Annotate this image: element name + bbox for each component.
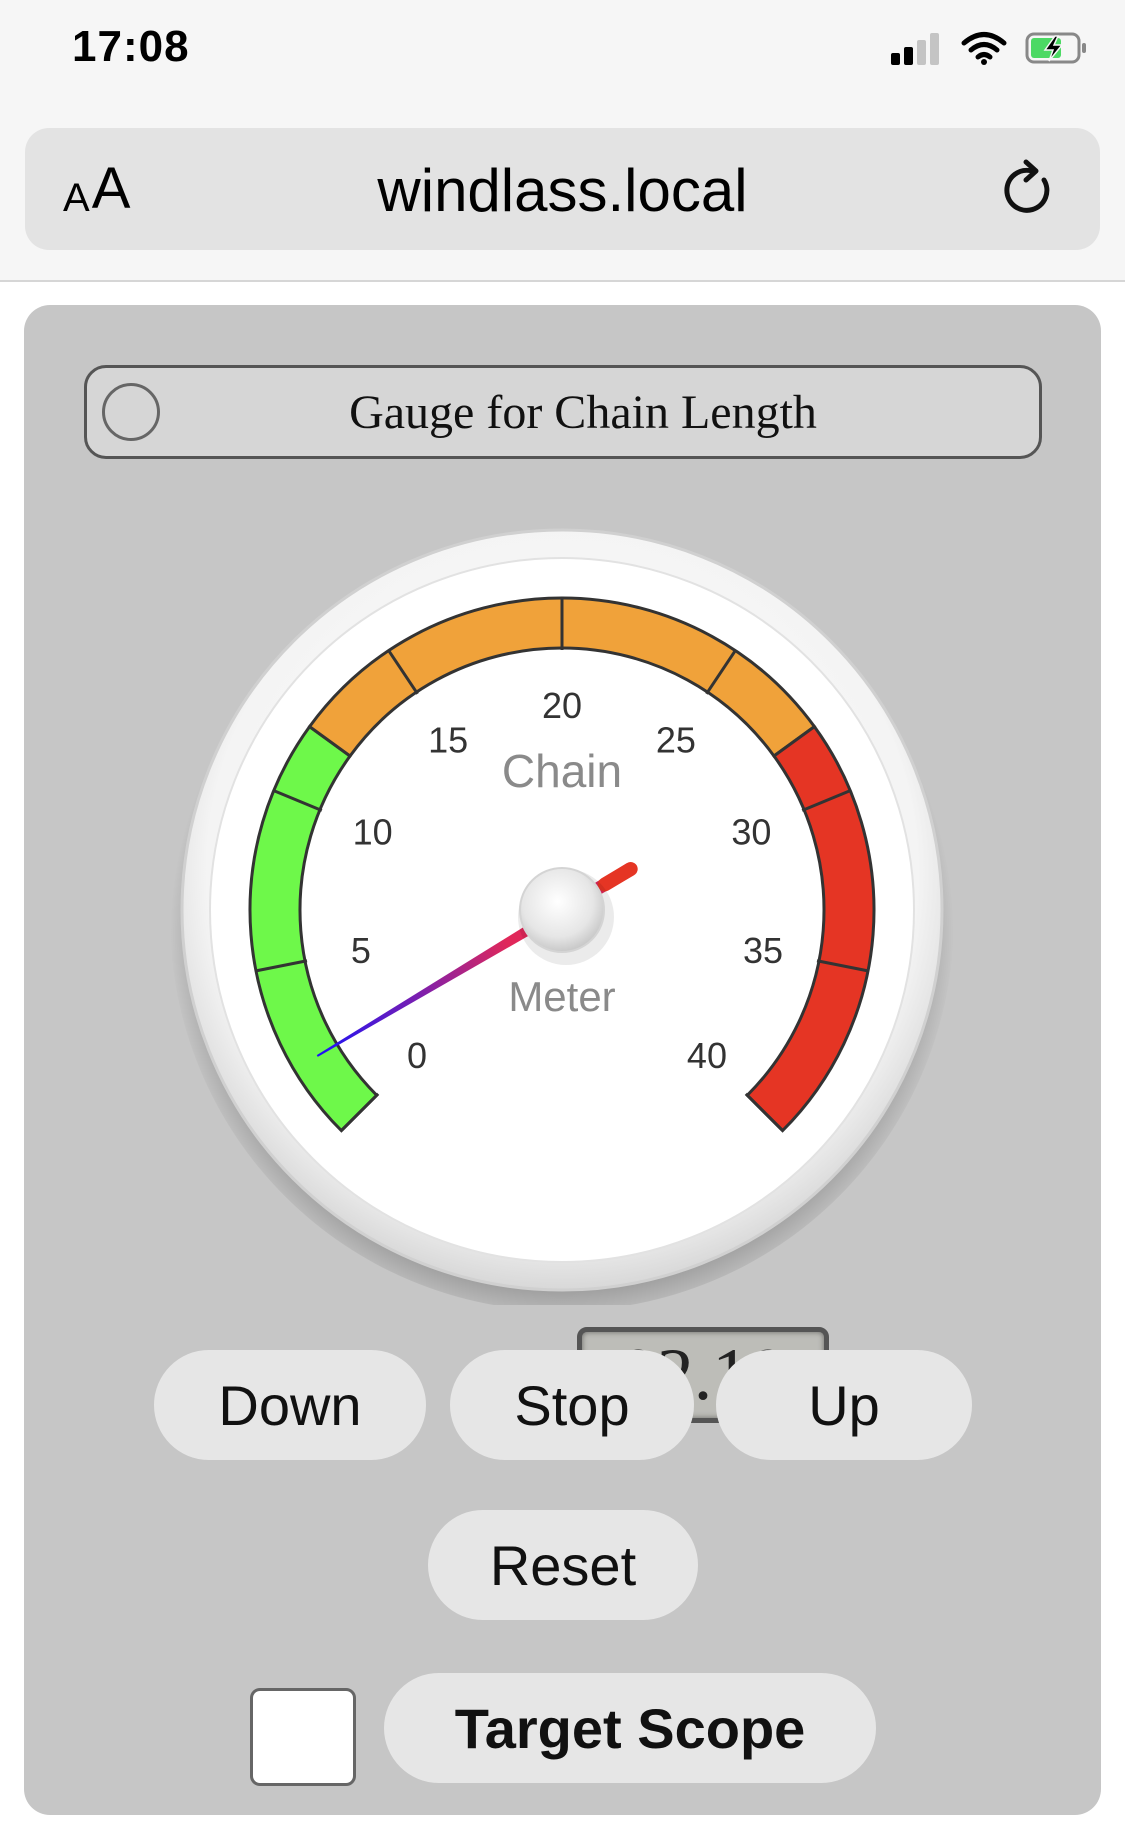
status-icons (891, 28, 1089, 68)
target-scope-checkbox[interactable] (250, 1688, 356, 1786)
cellular-signal-icon (891, 33, 939, 65)
gauge-tick-label-15: 15 (428, 720, 468, 761)
gauge-tick-label-35: 35 (743, 930, 783, 971)
chain-gauge: 0 5 10 15 20 25 30 35 40 Chain Meter 02.10 (167, 515, 957, 1423)
gauge-tick-label-20: 20 (542, 685, 582, 726)
wifi-icon (961, 32, 1007, 65)
gauge-tick-label-25: 25 (656, 720, 696, 761)
battery-charging-icon (1025, 32, 1086, 64)
url-text[interactable]: windlass.local (25, 156, 1100, 225)
gauge-title: Gauge for Chain Length (349, 386, 817, 439)
status-bar: 17:08 (0, 0, 1125, 110)
reload-icon[interactable] (996, 158, 1060, 222)
windlass-panel: Gauge for Chain Length 0 5 10 15 20 25 3… (24, 305, 1101, 1815)
gauge-tick-label-30: 30 (731, 812, 771, 853)
gauge-tick-label-10: 10 (353, 812, 393, 853)
status-time: 17:08 (72, 22, 190, 71)
gauge-label-meter: Meter (508, 973, 615, 1020)
gauge-tick-label-40: 40 (687, 1035, 727, 1076)
browser-chrome: A A windlass.local (0, 110, 1125, 282)
stop-button[interactable]: Stop (450, 1350, 694, 1460)
gauge-title-box: Gauge for Chain Length (84, 365, 1042, 459)
gauge-svg: 0 5 10 15 20 25 30 35 40 Chain Meter (170, 527, 954, 1305)
needle-hub (519, 867, 605, 953)
gauge-tick-label-5: 5 (351, 930, 371, 971)
address-bar[interactable]: A A windlass.local (25, 128, 1100, 250)
reset-button[interactable]: Reset (428, 1510, 698, 1620)
up-button[interactable]: Up (716, 1350, 972, 1460)
gauge-label-chain: Chain (502, 745, 622, 797)
down-button[interactable]: Down (154, 1350, 426, 1460)
gauge-tick-label-0: 0 (407, 1035, 427, 1076)
target-scope-button[interactable]: Target Scope (384, 1673, 876, 1783)
